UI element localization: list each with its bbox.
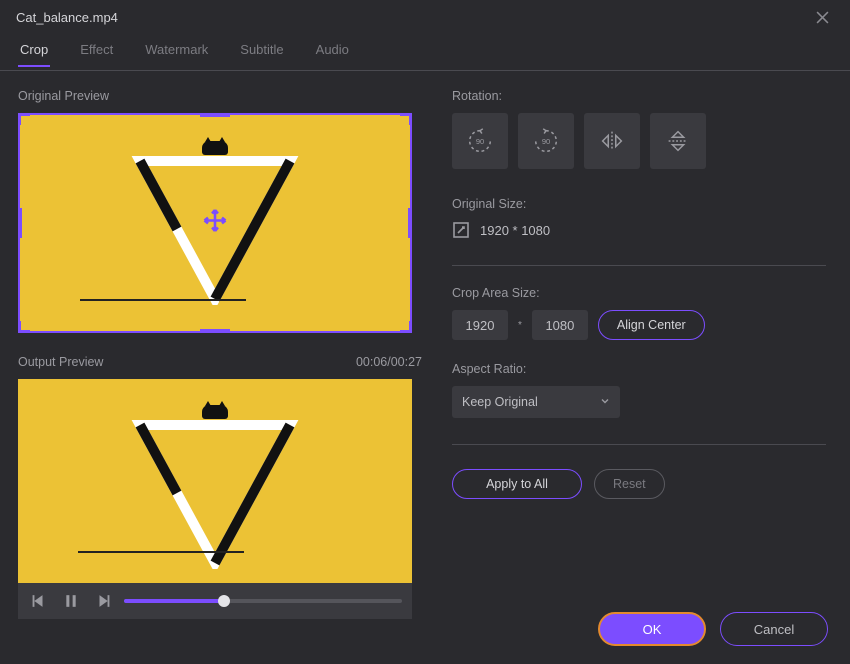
crop-handle-bottom[interactable]: [200, 329, 230, 333]
aspect-ratio-value: Keep Original: [462, 395, 538, 409]
crop-width-input[interactable]: [452, 310, 508, 340]
crop-corner-tl[interactable]: [18, 113, 30, 125]
svg-text:90: 90: [542, 137, 550, 146]
crop-handle-right[interactable]: [408, 208, 412, 238]
timecode: 00:06/00:27: [356, 355, 422, 369]
titlebar: Cat_balance.mp4: [0, 0, 850, 34]
tab-bar: Crop Effect Watermark Subtitle Audio: [0, 34, 850, 64]
crop-dialog: Cat_balance.mp4 Crop Effect Watermark Su…: [0, 0, 850, 664]
original-preview-label: Original Preview: [18, 89, 422, 103]
output-preview: [18, 379, 412, 619]
chevron-down-icon: [600, 395, 610, 409]
aspect-ratio-select[interactable]: Keep Original: [452, 386, 620, 418]
flip-horizontal-icon[interactable]: [584, 113, 640, 169]
tab-subtitle[interactable]: Subtitle: [238, 38, 285, 61]
prev-frame-icon[interactable]: [28, 590, 50, 612]
preview-artwork: [130, 419, 300, 569]
apply-to-all-button[interactable]: Apply to All: [452, 469, 582, 499]
dimensions-icon: [452, 221, 470, 239]
dimension-separator: *: [518, 320, 522, 331]
tab-effect[interactable]: Effect: [78, 38, 115, 61]
ground-line: [78, 551, 244, 553]
tab-crop[interactable]: Crop: [18, 38, 50, 61]
reset-button[interactable]: Reset: [594, 469, 665, 499]
align-center-button[interactable]: Align Center: [598, 310, 705, 340]
rotation-label: Rotation:: [452, 89, 826, 103]
cat-shape: [202, 405, 228, 419]
dialog-footer: OK Cancel: [598, 612, 828, 646]
ok-button[interactable]: OK: [598, 612, 706, 646]
crop-area-label: Crop Area Size:: [452, 286, 826, 300]
rotate-cw-icon[interactable]: 90: [518, 113, 574, 169]
next-frame-icon[interactable]: [92, 590, 114, 612]
cat-shape: [202, 141, 228, 155]
playback-bar: [18, 583, 412, 619]
crop-handle-left[interactable]: [18, 208, 22, 238]
rotate-ccw-icon[interactable]: 90: [452, 113, 508, 169]
crop-corner-bl[interactable]: [18, 321, 30, 333]
original-size-label: Original Size:: [452, 197, 826, 211]
aspect-ratio-label: Aspect Ratio:: [452, 362, 826, 376]
flip-vertical-icon[interactable]: [650, 113, 706, 169]
crop-corner-br[interactable]: [400, 321, 412, 333]
tab-watermark[interactable]: Watermark: [143, 38, 210, 61]
move-icon[interactable]: [201, 207, 229, 240]
ground-line: [80, 299, 246, 301]
cancel-button[interactable]: Cancel: [720, 612, 828, 646]
original-preview[interactable]: [18, 113, 412, 333]
crop-corner-tr[interactable]: [400, 113, 412, 125]
tab-audio[interactable]: Audio: [314, 38, 351, 61]
close-icon[interactable]: [810, 5, 834, 29]
output-preview-label: Output Preview: [18, 355, 103, 369]
seek-slider[interactable]: [124, 599, 402, 603]
svg-text:90: 90: [476, 137, 484, 146]
crop-handle-top[interactable]: [200, 113, 230, 117]
pause-icon[interactable]: [60, 590, 82, 612]
window-title: Cat_balance.mp4: [16, 10, 118, 25]
original-size-value: 1920 * 1080: [480, 223, 550, 238]
seek-thumb[interactable]: [218, 595, 230, 607]
crop-height-input[interactable]: [532, 310, 588, 340]
